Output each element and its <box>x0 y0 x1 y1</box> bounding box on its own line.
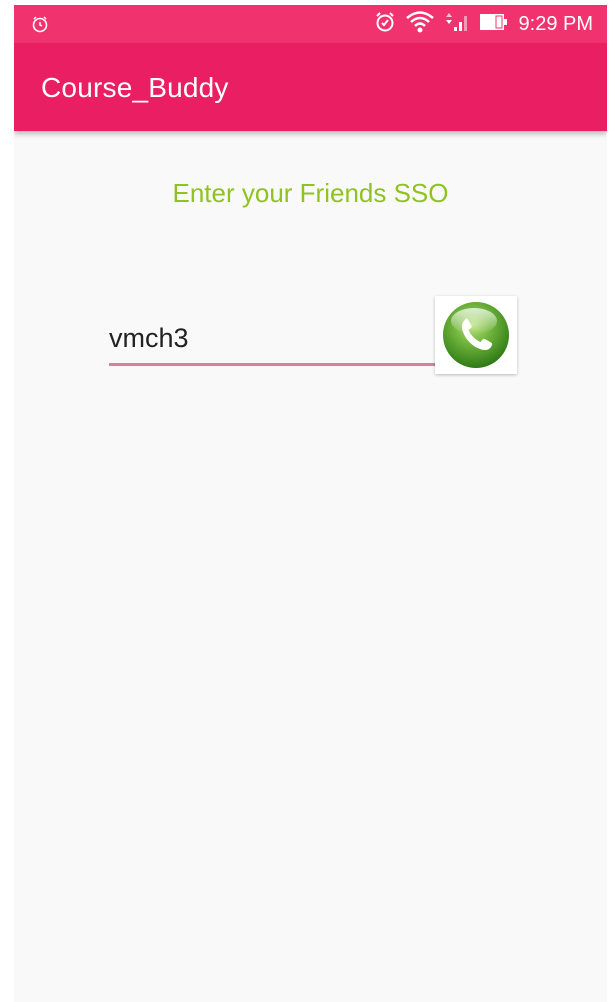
phone-call-icon <box>443 302 509 368</box>
wifi-icon <box>405 9 435 40</box>
status-time: 9:29 PM <box>518 12 593 35</box>
alarm-clock-icon <box>373 10 397 39</box>
sso-input[interactable] <box>109 315 429 361</box>
status-bar: 9:29 PM <box>14 5 607 43</box>
sso-prompt-label: Enter your Friends SSO <box>172 178 449 208</box>
battery-icon <box>479 12 509 37</box>
app-title: Course_Buddy <box>41 72 229 103</box>
call-button[interactable] <box>435 296 517 374</box>
sso-field[interactable] <box>109 315 436 366</box>
app-bar: Course_Buddy <box>14 43 607 131</box>
app-screen: 9:29 PM Course_Buddy Enter your Friends … <box>14 5 607 1002</box>
alarm-icon <box>30 14 50 34</box>
signal-icon <box>443 10 471 39</box>
